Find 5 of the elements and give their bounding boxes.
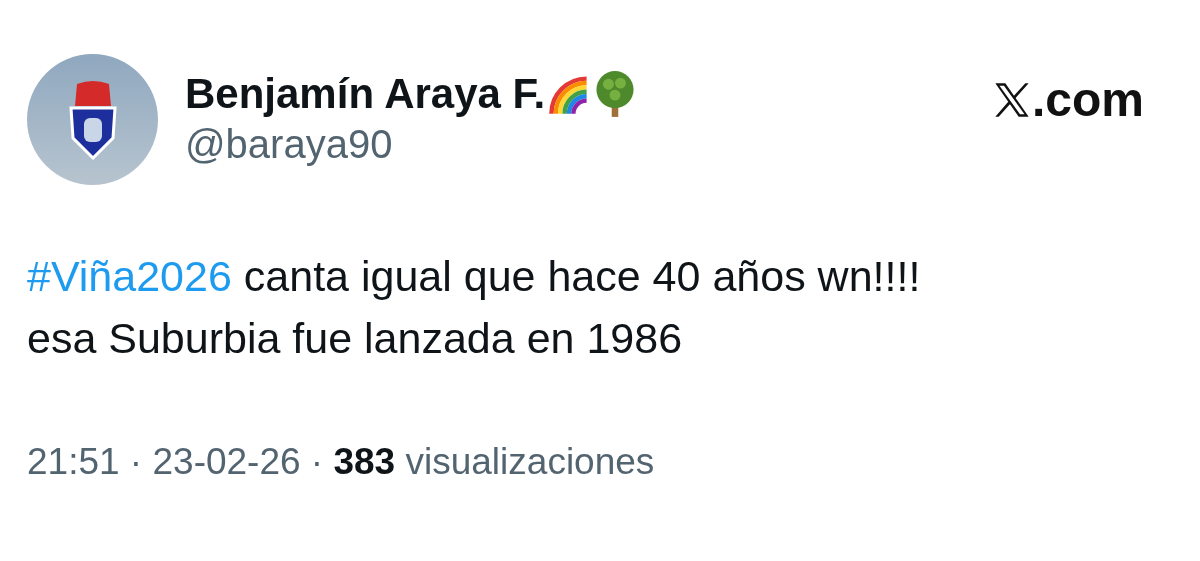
tweet-text: #Viña2026 canta igual que hace 40 años wn!!!! esa Suburbia fue lanzada en 1986	[27, 251, 922, 364]
tweet-meta: 21:51 · 23-02-26 · 383 visualizaciones	[27, 441, 656, 483]
author-handle[interactable]: @baraya90	[185, 122, 638, 167]
author-name[interactable]: Benjamín Araya F.	[185, 70, 546, 118]
site-domain: .com	[1031, 72, 1144, 127]
